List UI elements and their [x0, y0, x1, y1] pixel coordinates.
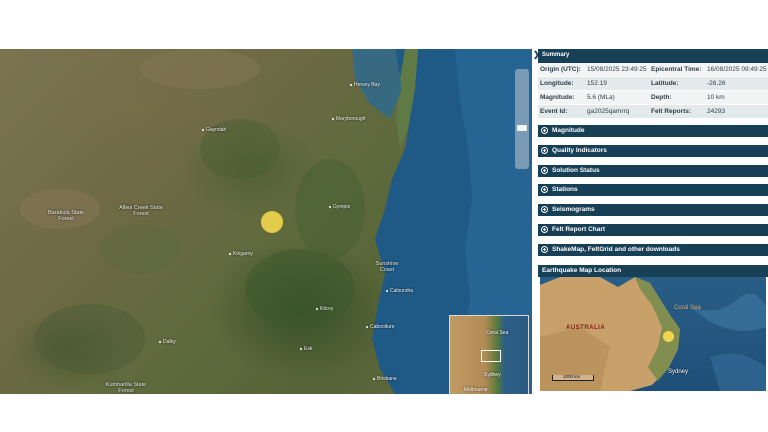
table-row: Longitude: 152.19 Latitude: -26.26	[538, 77, 768, 90]
map-viewer: Hervey Bay Maryborough Gayndah Gympie Ki…	[0, 49, 768, 394]
section-label: Stations	[552, 186, 578, 193]
field-value: 10 km	[707, 94, 725, 101]
field-label: Origin (UTC):	[540, 66, 581, 73]
sea-label: Coral Sea	[674, 305, 701, 311]
location-epicentre-marker	[663, 331, 674, 342]
main-map[interactable]: Hervey Bay Maryborough Gayndah Gympie Ki…	[0, 49, 532, 394]
place-label: Kingaroy	[229, 251, 253, 257]
section-label: Magnitude	[552, 127, 585, 134]
field-value: ga2025qamrrq	[587, 108, 630, 115]
summary-header[interactable]: Summary	[538, 49, 768, 63]
field-label: Magnitude:	[540, 94, 575, 101]
expand-plus-icon	[541, 226, 548, 233]
overview-sea-label: Coral Sea	[486, 330, 509, 336]
country-label: AUSTRALIA	[566, 325, 606, 331]
field-label: Event Id:	[540, 108, 568, 115]
city-label: Sydney	[668, 369, 689, 375]
field-value: 15/08/2025 23:49:25	[587, 66, 647, 73]
place-label: Kilcoy	[316, 306, 333, 312]
zoom-slider-handle[interactable]	[517, 125, 527, 131]
section-solution-status[interactable]: Solution Status	[538, 165, 768, 177]
expand-plus-icon	[541, 147, 548, 154]
section-stations[interactable]: Stations	[538, 184, 768, 196]
expand-plus-icon	[541, 127, 548, 134]
section-downloads[interactable]: ShakeMap, FeltGrid and other downloads	[538, 244, 768, 256]
section-magnitude[interactable]: Magnitude	[538, 125, 768, 137]
overview-city-label: Melbourne	[464, 387, 488, 393]
field-value: 152.19	[587, 80, 607, 87]
section-label: Felt Report Chart	[552, 226, 606, 233]
place-label: Gympie	[329, 204, 350, 210]
epicentre-marker[interactable]	[261, 211, 283, 233]
section-felt-report-chart[interactable]: Felt Report Chart	[538, 224, 768, 236]
overview-extent-box[interactable]	[481, 350, 501, 362]
table-row: Origin (UTC): 15/08/2025 23:49:25 Epicen…	[538, 63, 768, 76]
location-map[interactable]: AUSTRALIA Coral Sea Sydney 1000 km	[540, 277, 766, 391]
table-row: Magnitude: 5.6 (MLa) Depth: 10 km	[538, 91, 768, 104]
region-label: Allies Creek State Forest	[119, 205, 163, 217]
summary-title: Summary	[542, 52, 570, 58]
expand-plus-icon	[541, 167, 548, 174]
zoom-slider[interactable]	[515, 69, 529, 169]
field-label: Longitude:	[540, 80, 574, 87]
field-label: Depth:	[651, 94, 672, 101]
scale-label: 1000 km	[563, 374, 581, 379]
field-value: 24293	[707, 108, 726, 115]
field-label: Epicentral Time:	[651, 66, 702, 73]
place-label: Esk	[300, 346, 312, 352]
field-label: Latitude:	[651, 80, 679, 87]
place-label: Caboolture	[366, 324, 394, 330]
location-map-title: Earthquake Map Location	[542, 267, 622, 274]
place-label: Brisbane	[373, 376, 397, 382]
expand-plus-icon	[541, 206, 548, 213]
section-label: Seismograms	[552, 206, 595, 213]
expand-plus-icon	[541, 246, 548, 253]
region-label: Barakula State Forest	[47, 210, 85, 222]
field-value: 16/08/2025 09:49:25	[707, 66, 767, 73]
section-label: Quality Indicators	[552, 147, 607, 154]
section-label: ShakeMap, FeltGrid and other downloads	[552, 246, 680, 253]
table-row: Event Id: ga2025qamrrq Felt Reports: 242…	[538, 105, 768, 118]
overview-map[interactable]: Coral Sea Sydney Melbourne	[449, 315, 529, 394]
expand-plus-icon	[541, 186, 548, 193]
place-label: Sunshine Coast	[375, 261, 399, 273]
section-label: Solution Status	[552, 167, 600, 174]
place-label: Hervey Bay	[350, 82, 380, 88]
place-label: Gayndah	[202, 127, 226, 133]
place-label: Caloundra	[386, 288, 413, 294]
overview-city-label: Sydney	[484, 372, 501, 378]
collapse-arrow-icon[interactable]: ❯	[533, 50, 540, 59]
region-label: Kumbarilla State Forest	[105, 382, 147, 394]
place-label: Dalby	[159, 339, 176, 345]
field-label: Felt Reports:	[651, 108, 692, 115]
field-value: -26.26	[707, 80, 726, 87]
section-quality-indicators[interactable]: Quality Indicators	[538, 145, 768, 157]
event-details-panel: Summary ❯ Origin (UTC): 15/08/2025 23:49…	[533, 49, 768, 394]
place-label: Maryborough	[332, 116, 365, 122]
section-seismograms[interactable]: Seismograms	[538, 204, 768, 216]
field-value: 5.6 (MLa)	[587, 94, 615, 101]
scale-bar: 1000 km	[552, 374, 594, 381]
location-map-header: Earthquake Map Location	[538, 265, 768, 277]
